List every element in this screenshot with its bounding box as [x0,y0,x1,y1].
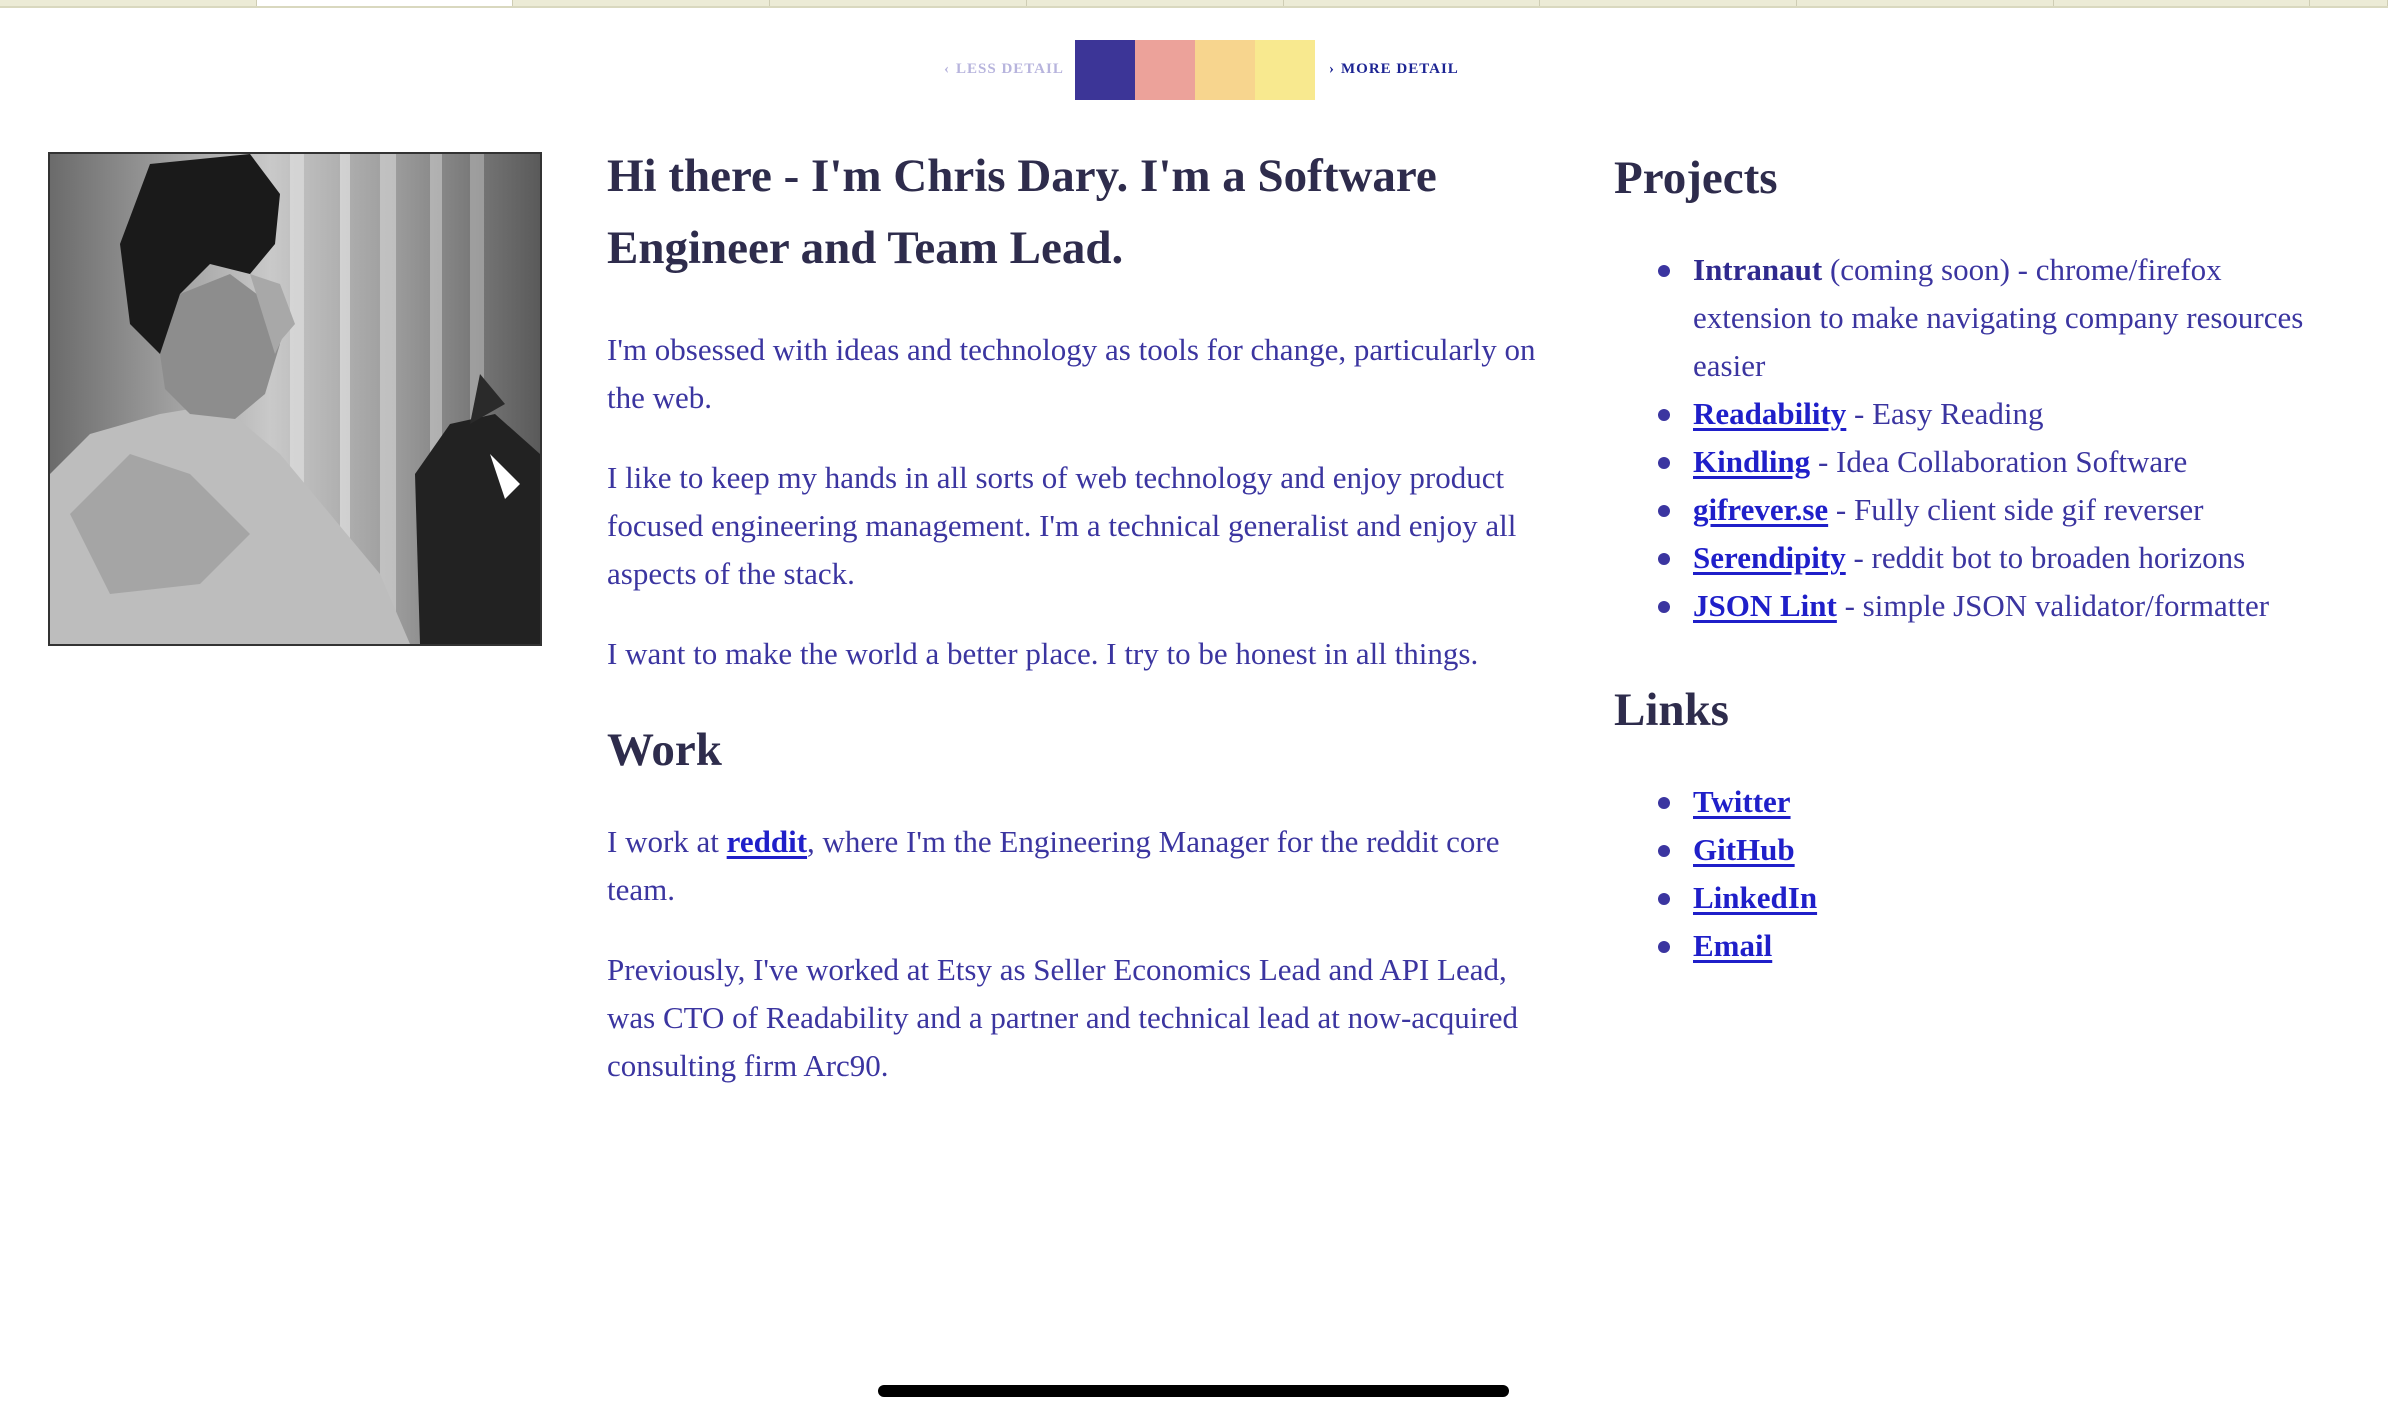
browser-tab[interactable] [0,0,257,6]
work-paragraph: Previously, I've worked at Etsy as Selle… [607,952,1518,1083]
work-paragraph: I work at reddit, where I'm the Engineer… [607,818,1557,914]
less-detail-link[interactable]: ‹ LESS DETAIL [944,61,1064,78]
more-detail-label: MORE DETAIL [1341,61,1459,77]
project-item: Intranaut (coming soon) - chrome/firefox… [1658,246,2334,390]
side-column: Projects Intranaut (coming soon) - chrom… [1614,148,2334,970]
browser-tab[interactable] [770,0,1027,6]
project-item: Readability - Easy Reading [1658,390,2334,438]
email-link[interactable]: Email [1693,928,1772,963]
project-desc: - reddit bot to broaden horizons [1845,540,2246,575]
project-link[interactable]: gifrever.se [1693,492,1828,527]
color-swatches [1075,40,1315,100]
browser-tab-bar [0,0,2388,8]
color-swatch[interactable] [1195,40,1255,100]
github-link[interactable]: GitHub [1693,832,1795,867]
main-column: Hi there - I'm Chris Dary. I'm a Softwar… [607,140,1557,1090]
intro-paragraph: I like to keep my hands in all sorts of … [607,460,1517,591]
more-detail-link[interactable]: › MORE DETAIL [1329,61,1459,78]
project-name: Intranaut [1693,252,1823,287]
project-item: JSON Lint - simple JSON validator/format… [1658,582,2334,630]
project-desc: - Idea Collaboration Software [1810,444,2188,479]
browser-tab[interactable] [1284,0,1541,6]
project-item: gifrever.se - Fully client side gif reve… [1658,486,2334,534]
link-item: Twitter [1658,778,2334,826]
reddit-link[interactable]: reddit [727,824,807,859]
color-swatch[interactable] [1075,40,1135,100]
color-swatch[interactable] [1135,40,1195,100]
projects-list: Intranaut (coming soon) - chrome/firefox… [1614,246,2334,630]
work-heading: Work [607,724,722,776]
browser-tab[interactable] [2310,0,2388,6]
browser-tab[interactable] [1540,0,1797,6]
project-link[interactable]: Kindling [1693,444,1810,479]
browser-tab[interactable] [513,0,771,6]
intro-paragraph: I'm obsessed with ideas and technology a… [607,332,1536,415]
project-desc: - Fully client side gif reverser [1828,492,2204,527]
page-title: Hi there - I'm Chris Dary. I'm a Softwar… [607,150,1437,274]
browser-tab[interactable] [1797,0,2054,6]
project-desc: - simple JSON validator/formatter [1836,588,2270,623]
links-heading: Links [1614,684,1729,736]
project-link[interactable]: Serendipity [1693,540,1846,575]
less-detail-label: LESS DETAIL [956,61,1064,77]
work-text: I work at [607,824,727,859]
project-desc: - Easy Reading [1846,396,2044,431]
twitter-link[interactable]: Twitter [1693,784,1791,819]
chevron-right-icon: › [1329,61,1335,77]
portrait-photo [48,152,542,646]
browser-tab[interactable] [1027,0,1284,6]
link-item: GitHub [1658,826,2334,874]
linkedin-link[interactable]: LinkedIn [1693,880,1817,915]
browser-tab[interactable] [2054,0,2311,6]
project-item: Serendipity - reddit bot to broaden hori… [1658,534,2334,582]
chevron-left-icon: ‹ [944,61,950,77]
link-item: Email [1658,922,2334,970]
detail-controls: ‹ LESS DETAIL › MORE DETAIL [0,40,2388,100]
project-item: Kindling - Idea Collaboration Software [1658,438,2334,486]
color-swatch[interactable] [1255,40,1315,100]
intro-paragraph: I want to make the world a better place.… [607,636,1479,671]
links-list: Twitter GitHub LinkedIn Email [1614,778,2334,970]
browser-tab-active[interactable] [256,0,514,6]
link-item: LinkedIn [1658,874,2334,922]
portrait-photo-icon [50,154,540,644]
page: ‹ LESS DETAIL › MORE DETAIL Hi there - I… [0,0,2388,1412]
project-link[interactable]: JSON Lint [1693,588,1837,623]
projects-heading: Projects [1614,152,1778,204]
home-indicator [878,1385,1509,1397]
project-link[interactable]: Readability [1693,396,1846,431]
